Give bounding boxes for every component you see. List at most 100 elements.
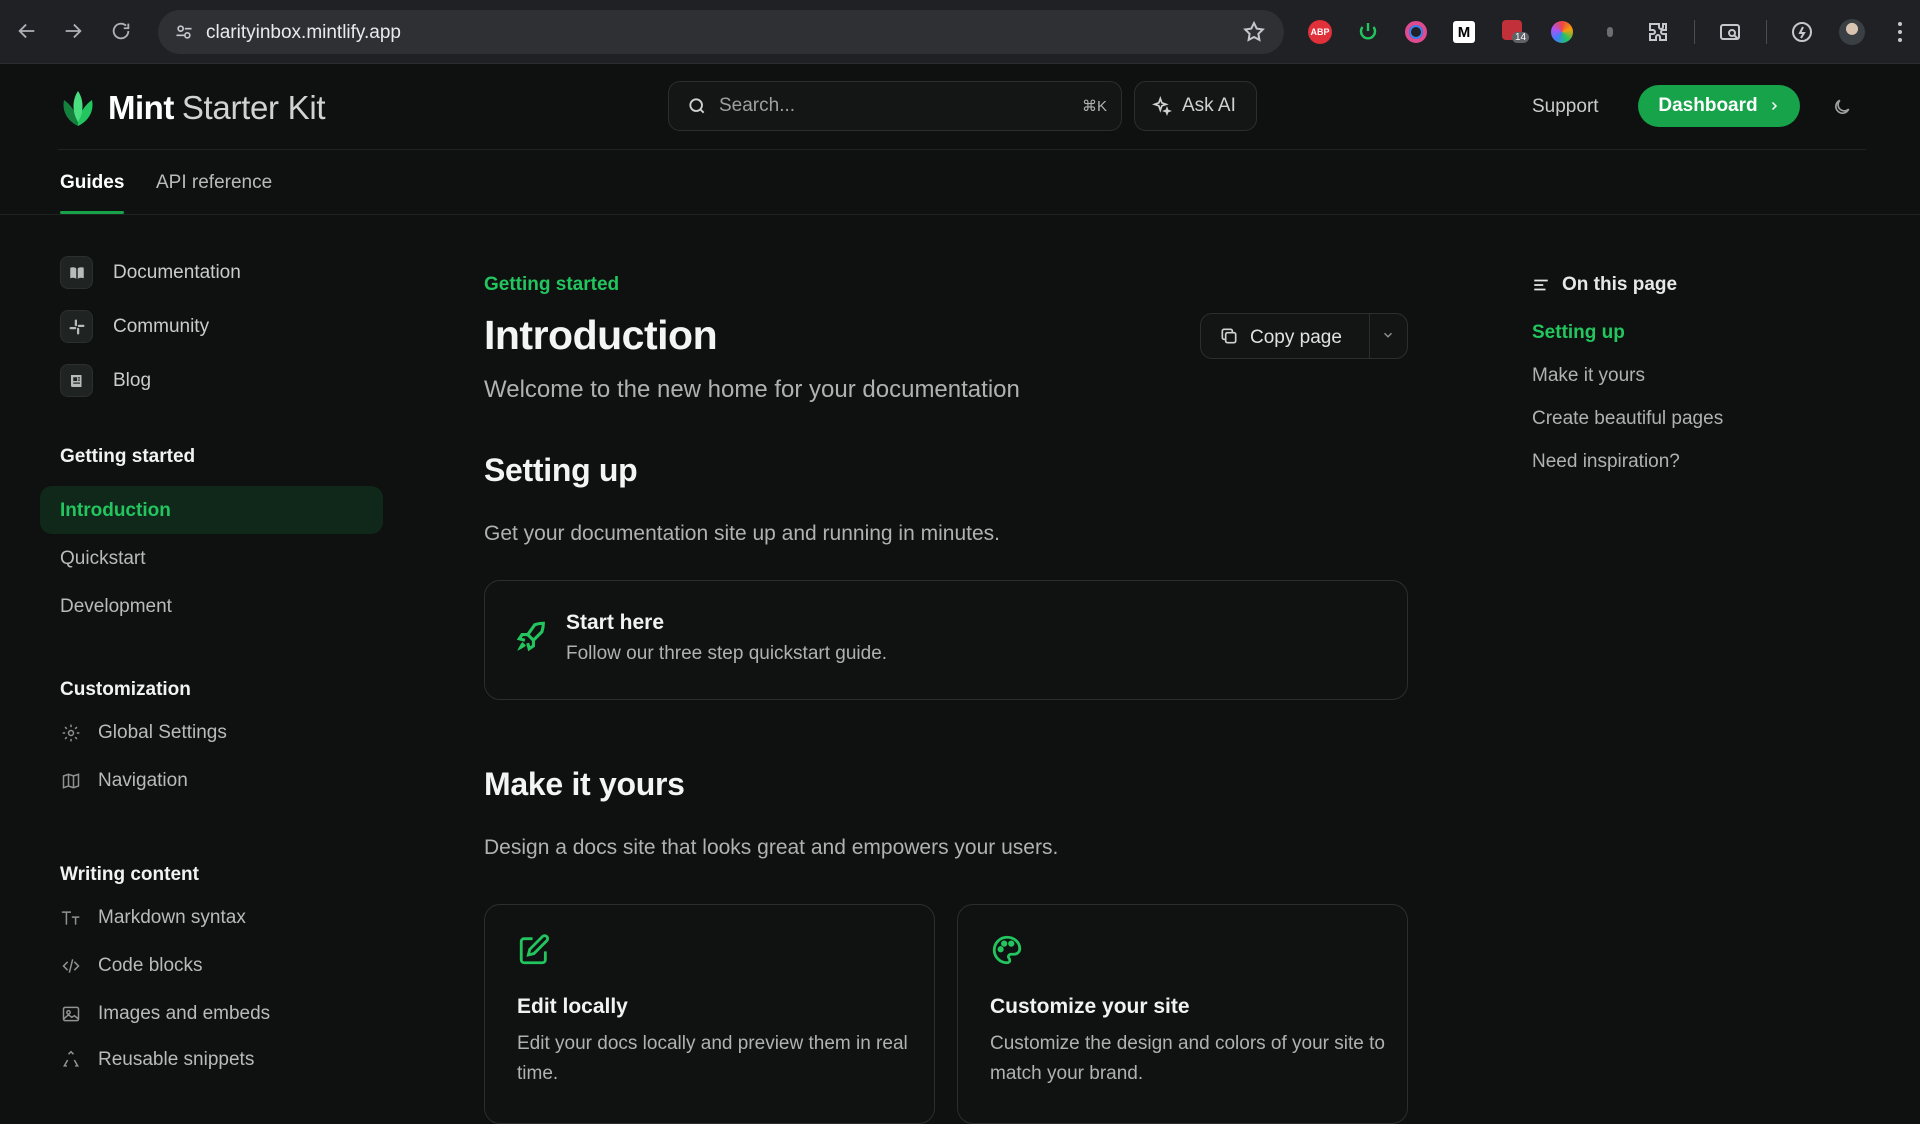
- puzzle-extensions-icon[interactable]: [1644, 18, 1672, 46]
- browser-toolbar: clarityinbox.mintlify.app ABP M 14: [0, 0, 1920, 64]
- anchor-label: Documentation: [113, 261, 241, 283]
- toc-item-create-beautiful-pages[interactable]: Create beautiful pages: [1532, 408, 1723, 430]
- active-tab-indicator: [60, 211, 124, 214]
- adblock-label: ABP: [1308, 20, 1332, 44]
- section-text: Design a docs site that looks great and …: [484, 836, 1059, 859]
- newspaper-icon: [60, 364, 93, 397]
- anchor-documentation[interactable]: Documentation: [60, 256, 241, 289]
- toc-heading-label: On this page: [1562, 274, 1678, 295]
- copy-page-button[interactable]: Copy page: [1200, 313, 1408, 359]
- back-icon[interactable]: [12, 16, 42, 46]
- card-description: Edit your docs locally and preview them …: [517, 1033, 908, 1084]
- section-heading-make-it-yours: Make it yours: [484, 766, 685, 802]
- site-header: Mint Starter Kit Search... ⌘K Ask AI Sup…: [0, 64, 1920, 150]
- toc-item-need-inspiration[interactable]: Need inspiration?: [1532, 451, 1680, 473]
- tab-guides[interactable]: Guides: [60, 172, 124, 194]
- sidebar-item-label[interactable]: Introduction: [60, 500, 171, 522]
- dashboard-button[interactable]: Dashboard: [1638, 85, 1800, 127]
- performance-icon[interactable]: [1788, 18, 1816, 46]
- site-settings-icon[interactable]: [170, 20, 198, 44]
- ask-ai-button[interactable]: Ask AI: [1134, 81, 1257, 131]
- anchor-label: Community: [113, 315, 210, 337]
- sidebar-item-label: Global Settings: [98, 722, 227, 743]
- forward-icon[interactable]: [58, 16, 88, 46]
- m-extension-icon[interactable]: M: [1450, 18, 1478, 46]
- bookmark-star-icon[interactable]: [1242, 20, 1266, 44]
- sidebar-item-quickstart[interactable]: Quickstart: [60, 548, 146, 570]
- support-link[interactable]: Support: [1532, 96, 1599, 118]
- sidebar-item-images-and-embeds[interactable]: Images and embeds: [60, 1003, 270, 1025]
- sidebar-item-label: Code blocks: [98, 955, 203, 976]
- tab-search-icon[interactable]: [1716, 18, 1744, 46]
- top-tabs: Guides API reference: [0, 150, 1920, 215]
- browser-menu-icon[interactable]: [1886, 18, 1914, 46]
- power-extension-icon[interactable]: [1354, 18, 1382, 46]
- search-input[interactable]: Search... ⌘K: [668, 81, 1122, 131]
- moon-icon[interactable]: [1832, 97, 1852, 117]
- page-title: Introduction: [484, 312, 718, 358]
- sidebar-item-navigation[interactable]: Navigation: [60, 770, 188, 792]
- toc-heading: On this page: [1532, 274, 1677, 296]
- anchor-community[interactable]: Community: [60, 310, 209, 343]
- rainbow-extension-icon[interactable]: [1548, 18, 1576, 46]
- toc-item-make-it-yours[interactable]: Make it yours: [1532, 365, 1645, 387]
- page-description: Welcome to the new home for your documen…: [484, 376, 1020, 403]
- card-description: Customize the design and colors of your …: [990, 1033, 1385, 1084]
- sidebar-item-label: Images and embeds: [98, 1003, 271, 1024]
- gear-icon: [60, 722, 82, 744]
- sidebar-item-code-blocks[interactable]: Code blocks: [60, 955, 203, 977]
- anchor-blog[interactable]: Blog: [60, 364, 151, 397]
- address-bar[interactable]: clarityinbox.mintlify.app: [158, 10, 1284, 54]
- copy-icon: [1219, 326, 1239, 346]
- chevron-right-icon: [1768, 100, 1780, 112]
- tab-api-reference[interactable]: API reference: [156, 172, 272, 194]
- book-icon: [60, 256, 93, 289]
- sidebar-item-reusable-snippets[interactable]: Reusable snippets: [60, 1049, 254, 1071]
- image-icon: [60, 1003, 82, 1025]
- main-content: Getting started Introduction Welcome to …: [484, 216, 1408, 1124]
- recycle-icon: [60, 1049, 82, 1071]
- sidebar-item-markdown-syntax[interactable]: Markdown syntax: [60, 907, 246, 929]
- copy-page-label: Copy page: [1250, 327, 1342, 348]
- card-description: Follow our three step quickstart guide.: [566, 643, 888, 664]
- brand-subtitle: Starter Kit: [181, 89, 326, 126]
- dashboard-label: Dashboard: [1658, 95, 1758, 116]
- url-text[interactable]: clarityinbox.mintlify.app: [206, 22, 401, 44]
- card-start-here[interactable]: Start here Follow our three step quickst…: [484, 580, 1408, 700]
- brand-logo[interactable]: Mint Starter Kit: [58, 88, 326, 128]
- color-ring-extension-icon[interactable]: [1402, 18, 1430, 46]
- sidebar-item-global-settings[interactable]: Global Settings: [60, 722, 227, 744]
- copy-page-divider: [1369, 314, 1370, 358]
- extension-badge-count: 14: [1512, 32, 1530, 43]
- badge-extension-icon[interactable]: 14: [1500, 18, 1530, 46]
- group-title-writing-content: Writing content: [60, 864, 199, 885]
- adblock-extension-icon[interactable]: ABP: [1306, 18, 1334, 46]
- pin-extension-icon[interactable]: [1596, 18, 1624, 46]
- text-size-icon: [60, 907, 82, 929]
- profile-avatar[interactable]: [1838, 18, 1866, 46]
- toolbar-divider: [1694, 20, 1695, 44]
- sidebar-item-development[interactable]: Development: [60, 596, 172, 618]
- card-title: Start here: [566, 611, 665, 634]
- group-title-getting-started: Getting started: [60, 446, 196, 467]
- slack-icon: [60, 310, 93, 343]
- code-icon: [60, 955, 82, 977]
- map-icon: [60, 770, 82, 792]
- table-of-contents: On this page Setting up Make it yours Cr…: [1532, 216, 1872, 716]
- brand-name: Mint: [108, 89, 174, 126]
- anchor-label: Blog: [113, 369, 152, 391]
- toc-item-setting-up[interactable]: Setting up: [1532, 322, 1625, 344]
- reload-icon[interactable]: [106, 16, 136, 46]
- chevron-down-icon[interactable]: [1381, 328, 1395, 342]
- card-customize-your-site[interactable]: Customize your site Customize the design…: [957, 904, 1408, 1124]
- card-title: Customize your site: [990, 995, 1190, 1018]
- card-edit-locally[interactable]: Edit locally Edit your docs locally and …: [484, 904, 935, 1124]
- section-text: Get your documentation site up and runni…: [484, 522, 1000, 545]
- toolbar-divider: [1766, 20, 1767, 44]
- leaf-logo-icon: [63, 91, 93, 126]
- breadcrumb: Getting started: [484, 274, 620, 295]
- palette-icon: [990, 933, 1024, 967]
- group-title-customization: Customization: [60, 679, 191, 700]
- sidebar-item-label: Reusable snippets: [98, 1049, 255, 1070]
- search-icon: [687, 96, 707, 116]
